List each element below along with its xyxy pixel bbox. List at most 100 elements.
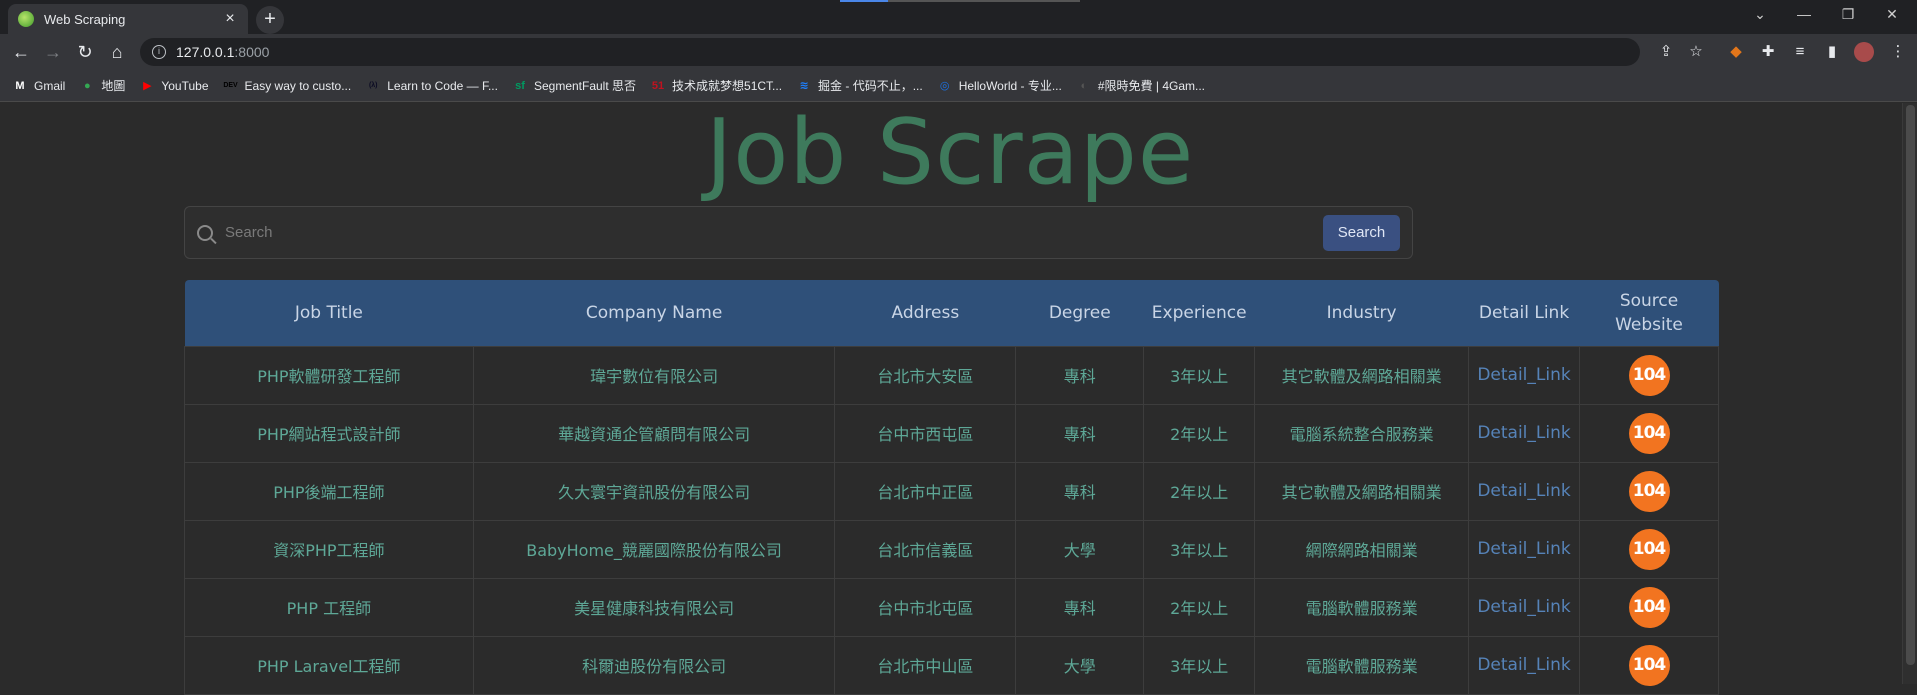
search-bar: Search <box>184 206 1413 259</box>
extensions-puzzle-icon[interactable]: ✚ <box>1758 42 1778 62</box>
bookmark-item[interactable]: ≋ 掘金 - 代码不止，... <box>796 77 922 94</box>
cell-detail-link: Detail_Link <box>1468 461 1581 521</box>
url-host: 127.0.0.1 <box>176 44 235 60</box>
jobs-table: Job Title Company Name Address Degree Experi… <box>184 280 1719 695</box>
column-header-job-title: Job Title <box>184 280 474 346</box>
cell-company: 久大寰宇資訊股份有限公司 <box>472 461 836 521</box>
bookmark-item[interactable]: ◎ HelloWorld - 专业... <box>937 77 1062 94</box>
bookmark-favicon-icon: ▶ <box>143 79 152 92</box>
cell-job-title: PHP 工程師 <box>184 577 474 637</box>
bookmark-item[interactable]: DEV Easy way to custo... <box>223 78 351 94</box>
cell-experience: 2年以上 <box>1143 461 1256 521</box>
cell-address: 台北市信義區 <box>834 519 1017 579</box>
new-tab-button[interactable]: + <box>256 6 284 34</box>
favicon-icon <box>18 11 34 27</box>
tab-strip: Web Scraping × + ⌄ — ❐ ✕ <box>0 0 1917 34</box>
cell-source-website: 104 <box>1579 635 1719 695</box>
detail-link[interactable]: Detail_Link <box>1477 539 1570 559</box>
source-104-logo-icon[interactable]: 104 <box>1628 644 1670 686</box>
restore-icon[interactable]: ❐ <box>1826 0 1870 30</box>
source-104-logo-icon[interactable]: 104 <box>1628 470 1670 512</box>
detail-link[interactable]: Detail_Link <box>1477 481 1570 501</box>
bookmark-favicon-icon: M <box>15 79 25 92</box>
bookmark-item[interactable]: ◐ #限時免費 | 4Gam... <box>1076 77 1205 94</box>
page-title: Job Scrape <box>705 100 1195 205</box>
cell-company: 瑋宇數位有限公司 <box>472 345 836 405</box>
bookmark-item[interactable]: 51 技术成就梦想51CT... <box>650 77 782 94</box>
minimize-icon[interactable]: — <box>1782 0 1826 30</box>
bookmark-favicon-icon: ◐ <box>1080 79 1088 92</box>
column-header-source-website: Source Website <box>1579 280 1719 346</box>
media-control-icon[interactable]: ≡ <box>1790 42 1810 62</box>
cell-industry: 其它軟體及網路相關業 <box>1254 345 1470 405</box>
source-104-logo-icon[interactable]: 104 <box>1628 586 1670 628</box>
cell-address: 台中市北屯區 <box>834 577 1017 637</box>
cell-industry: 電腦軟體服務業 <box>1254 635 1470 695</box>
column-header-industry: Industry <box>1254 280 1469 346</box>
metamask-extension-icon[interactable]: ◆ <box>1726 42 1746 62</box>
cell-address: 台北市中山區 <box>834 635 1017 695</box>
close-window-icon[interactable]: ✕ <box>1870 0 1914 30</box>
cell-address: 台中市西屯區 <box>834 403 1017 463</box>
cell-source-website: 104 <box>1579 577 1719 637</box>
tab-web-scraping[interactable]: Web Scraping × <box>8 4 248 34</box>
detail-link[interactable]: Detail_Link <box>1477 655 1570 675</box>
cell-source-website: 104 <box>1579 403 1719 463</box>
bookmark-label: #限時免費 | 4Gam... <box>1097 79 1205 93</box>
cell-experience: 3年以上 <box>1143 519 1256 579</box>
table-row: PHP軟體研發工程師 瑋宇數位有限公司 台北市大安區 專科 3年以上 其它軟體及網路相關業… <box>184 345 1719 405</box>
menu-kebab-icon[interactable]: ⋮ <box>1888 42 1908 62</box>
search-button[interactable]: Search <box>1323 214 1400 251</box>
forward-arrow-icon[interactable]: → <box>40 39 66 65</box>
cell-job-title: PHP軟體研發工程師 <box>184 345 474 405</box>
table-header-row: Job Title Company Name Address Degree Experi… <box>184 280 1719 346</box>
cell-degree: 專科 <box>1015 461 1145 521</box>
site-info-icon[interactable]: i <box>152 45 166 59</box>
bookmark-star-icon[interactable]: ☆ <box>1686 42 1706 62</box>
address-bar[interactable]: i 127.0.0.1:8000 <box>140 38 1640 66</box>
bookmark-label: SegmentFault 思否 <box>533 79 637 93</box>
cell-experience: 2年以上 <box>1143 403 1256 463</box>
table-row: PHP網站程式設計師 華越資通企管顧問有限公司 台中市西屯區 專科 2年以上 電腦系統整合… <box>184 403 1719 463</box>
cell-experience: 3年以上 <box>1143 635 1256 695</box>
close-tab-icon[interactable]: × <box>222 10 238 28</box>
reload-icon[interactable]: ↻ <box>72 39 98 65</box>
cell-industry: 電腦軟體服務業 <box>1254 577 1470 637</box>
tab-search-icon[interactable]: ⌄ <box>1738 0 1782 30</box>
profile-avatar[interactable] <box>1854 42 1874 62</box>
column-header-experience: Experience <box>1143 280 1255 346</box>
bookmark-label: Learn to Code — F... <box>387 78 498 93</box>
source-104-logo-icon[interactable]: 104 <box>1628 412 1670 454</box>
search-input[interactable] <box>225 224 1323 241</box>
bookmark-item[interactable]: sf SegmentFault 思否 <box>512 77 636 94</box>
page-scrollbar[interactable] <box>1902 103 1917 684</box>
detail-link[interactable]: Detail_Link <box>1477 597 1570 617</box>
cell-detail-link: Detail_Link <box>1468 577 1581 637</box>
bookmark-label: YouTube <box>161 78 209 93</box>
share-icon[interactable]: ⇪ <box>1656 42 1676 62</box>
cell-industry: 網際網路相關業 <box>1254 519 1470 579</box>
scrollbar-thumb[interactable] <box>1906 105 1915 665</box>
side-panel-icon[interactable]: ▮ <box>1822 42 1842 62</box>
home-icon[interactable]: ⌂ <box>104 39 130 65</box>
bookmark-favicon-icon: ● <box>84 79 91 92</box>
cell-detail-link: Detail_Link <box>1468 403 1581 463</box>
source-104-logo-icon[interactable]: 104 <box>1628 354 1670 396</box>
cell-degree: 專科 <box>1015 577 1145 637</box>
bookmark-favicon-icon: DEV <box>223 81 238 89</box>
cell-source-website: 104 <box>1579 519 1719 579</box>
bookmark-item[interactable]: ▶ YouTube <box>139 78 208 94</box>
bookmark-item[interactable]: ● 地圖 <box>79 77 125 94</box>
tab-title: Web Scraping <box>44 11 126 27</box>
detail-link[interactable]: Detail_Link <box>1477 365 1570 385</box>
bookmark-item[interactable]: (λ) Learn to Code — F... <box>365 78 498 94</box>
table-row: PHP 工程師 美星健康科技有限公司 台中市北屯區 專科 2年以上 電腦軟體服務業 Deta… <box>184 577 1719 637</box>
bookmark-favicon-icon: ◎ <box>939 79 950 92</box>
detail-link[interactable]: Detail_Link <box>1477 423 1570 443</box>
bookmark-item[interactable]: M Gmail <box>12 78 65 94</box>
back-arrow-icon[interactable]: ← <box>8 39 34 65</box>
column-header-company-name: Company Name <box>473 280 835 346</box>
cell-degree: 專科 <box>1015 403 1145 463</box>
cell-experience: 3年以上 <box>1143 345 1256 405</box>
source-104-logo-icon[interactable]: 104 <box>1628 528 1670 570</box>
